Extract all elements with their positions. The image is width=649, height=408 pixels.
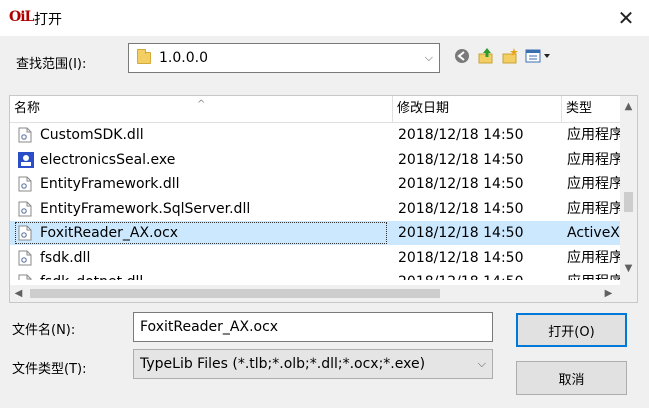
file-row[interactable]: electronicsSeal.exe 2018/12/18 14:50 应用程序 — [10, 148, 621, 172]
look-in-value: 1.0.0.0 — [159, 50, 208, 66]
file-name-cell: EntityFramework.dll — [40, 176, 180, 192]
file-date-cell: 2018/12/18 14:50 — [398, 249, 524, 266]
file-name-label: 文件名(N): — [12, 323, 76, 338]
window-title: 打开 — [34, 12, 62, 28]
file-date-cell: 2018/12/18 14:50 — [398, 270, 558, 280]
scroll-up-icon[interactable]: ▲ — [620, 98, 637, 115]
scrollbar-corner — [620, 285, 637, 302]
open-button[interactable]: 打开(O) — [516, 313, 627, 347]
up-folder-button[interactable] — [476, 46, 496, 66]
file-name-input[interactable] — [133, 312, 493, 342]
view-menu-icon — [525, 49, 550, 63]
column-header-date[interactable]: 修改日期 — [393, 96, 562, 122]
sort-ascending-icon: ^ — [197, 99, 206, 110]
file-name-cell: CustomSDK.dll — [40, 127, 144, 143]
horizontal-scrollbar[interactable]: ◀ ▶ — [10, 285, 621, 302]
file-type-cell: 应用程序 — [567, 151, 621, 168]
file-name-cell: electronicsSeal.exe — [40, 151, 176, 168]
title-bar: OiL 打开 ✕ — [0, 0, 649, 36]
file-type-select[interactable]: TypeLib Files (*.tlb;*.olb;*.dll;*.ocx;*… — [133, 349, 493, 379]
chevron-down-icon: ⌵ — [477, 357, 486, 370]
file-type-cell: 应用程序扩展 — [567, 270, 621, 280]
scroll-left-icon[interactable]: ◀ — [10, 285, 27, 302]
file-list[interactable]: 名称 ^ 修改日期 类型 CustomSDK.dll 2018/12/18 14:… — [9, 95, 638, 303]
file-date-cell: 2018/12/18 14:50 — [398, 127, 524, 143]
close-button[interactable]: ✕ — [603, 0, 649, 36]
file-row[interactable]: FoxitReader_AX.ocx 2018/12/18 14:50 Active… — [10, 221, 621, 245]
file-name-cell: fsdk_dotnet.dll — [14, 270, 388, 280]
vertical-scroll-thumb[interactable] — [624, 192, 633, 212]
vertical-scrollbar[interactable]: ▲ ▼ — [620, 96, 637, 285]
file-name-cell: fsdk.dll — [40, 249, 91, 266]
file-name-cell: FoxitReader_AX.ocx — [14, 221, 388, 245]
file-date-cell: 2018/12/18 14:50 — [398, 151, 524, 168]
back-arrow-icon — [455, 49, 469, 63]
file-type-cell: 应用程序扩展 — [567, 249, 621, 266]
file-row[interactable]: EntityFramework.SqlServer.dll 2018/12/18 … — [10, 197, 621, 221]
cancel-button[interactable]: 取消 — [516, 361, 627, 395]
file-row[interactable]: EntityFramework.dll 2018/12/18 14:50 应用程序扩… — [10, 172, 621, 196]
look-in-label: 查找范围(I): — [16, 57, 87, 72]
file-row[interactable]: fsdk.dll 2018/12/18 14:50 应用程序扩展 — [10, 246, 621, 270]
column-header-name[interactable]: 名称 ^ — [10, 96, 393, 122]
chevron-down-icon: ⌵ — [424, 51, 433, 64]
file-type-value: TypeLib Files (*.tlb;*.olb;*.dll;*.ocx;*… — [140, 356, 426, 372]
folder-icon — [137, 49, 151, 64]
horizontal-scroll-thumb[interactable] — [30, 289, 440, 298]
file-row[interactable]: CustomSDK.dll 2018/12/18 14:50 应用程序扩展 — [10, 123, 621, 147]
view-menu-button[interactable] — [524, 46, 554, 66]
back-button[interactable] — [452, 46, 472, 66]
column-header-type[interactable]: 类型 — [562, 96, 621, 122]
file-date-cell: 2018/12/18 14:50 — [398, 200, 524, 217]
app-icon: OiL — [9, 9, 34, 25]
new-folder-button[interactable] — [500, 46, 520, 66]
file-date-cell: 2018/12/18 14:50 — [398, 225, 524, 241]
file-type-label: 文件类型(T): — [12, 362, 87, 377]
look-in-combobox[interactable]: 1.0.0.0 ⌵ — [128, 43, 440, 73]
new-folder-icon — [502, 48, 518, 64]
file-date-cell: 2018/12/18 14:50 — [398, 176, 524, 192]
scroll-right-icon[interactable]: ▶ — [600, 285, 617, 302]
scroll-down-icon[interactable]: ▼ — [620, 260, 637, 277]
file-list-header: 名称 ^ 修改日期 类型 — [10, 96, 621, 123]
file-row[interactable]: fsdk_dotnet.dll 2018/12/18 14:50 应用程序扩展 — [10, 270, 621, 280]
file-type-cell: ActiveX 控件 — [567, 225, 621, 241]
file-type-cell: 应用程序扩展 — [567, 200, 621, 217]
open-file-dialog: OiL 打开 ✕ 查找范围(I): 1.0.0.0 ⌵ 名称 ^ 修改日期 类型… — [0, 0, 649, 408]
file-type-cell: 应用程序扩展 — [567, 127, 621, 143]
file-type-cell: 应用程序扩展 — [567, 176, 621, 192]
file-name-cell: EntityFramework.SqlServer.dll — [40, 200, 251, 217]
close-icon: ✕ — [617, 6, 635, 30]
up-folder-icon — [478, 48, 493, 64]
file-list-rows: CustomSDK.dll 2018/12/18 14:50 应用程序扩展 elect… — [10, 123, 621, 280]
